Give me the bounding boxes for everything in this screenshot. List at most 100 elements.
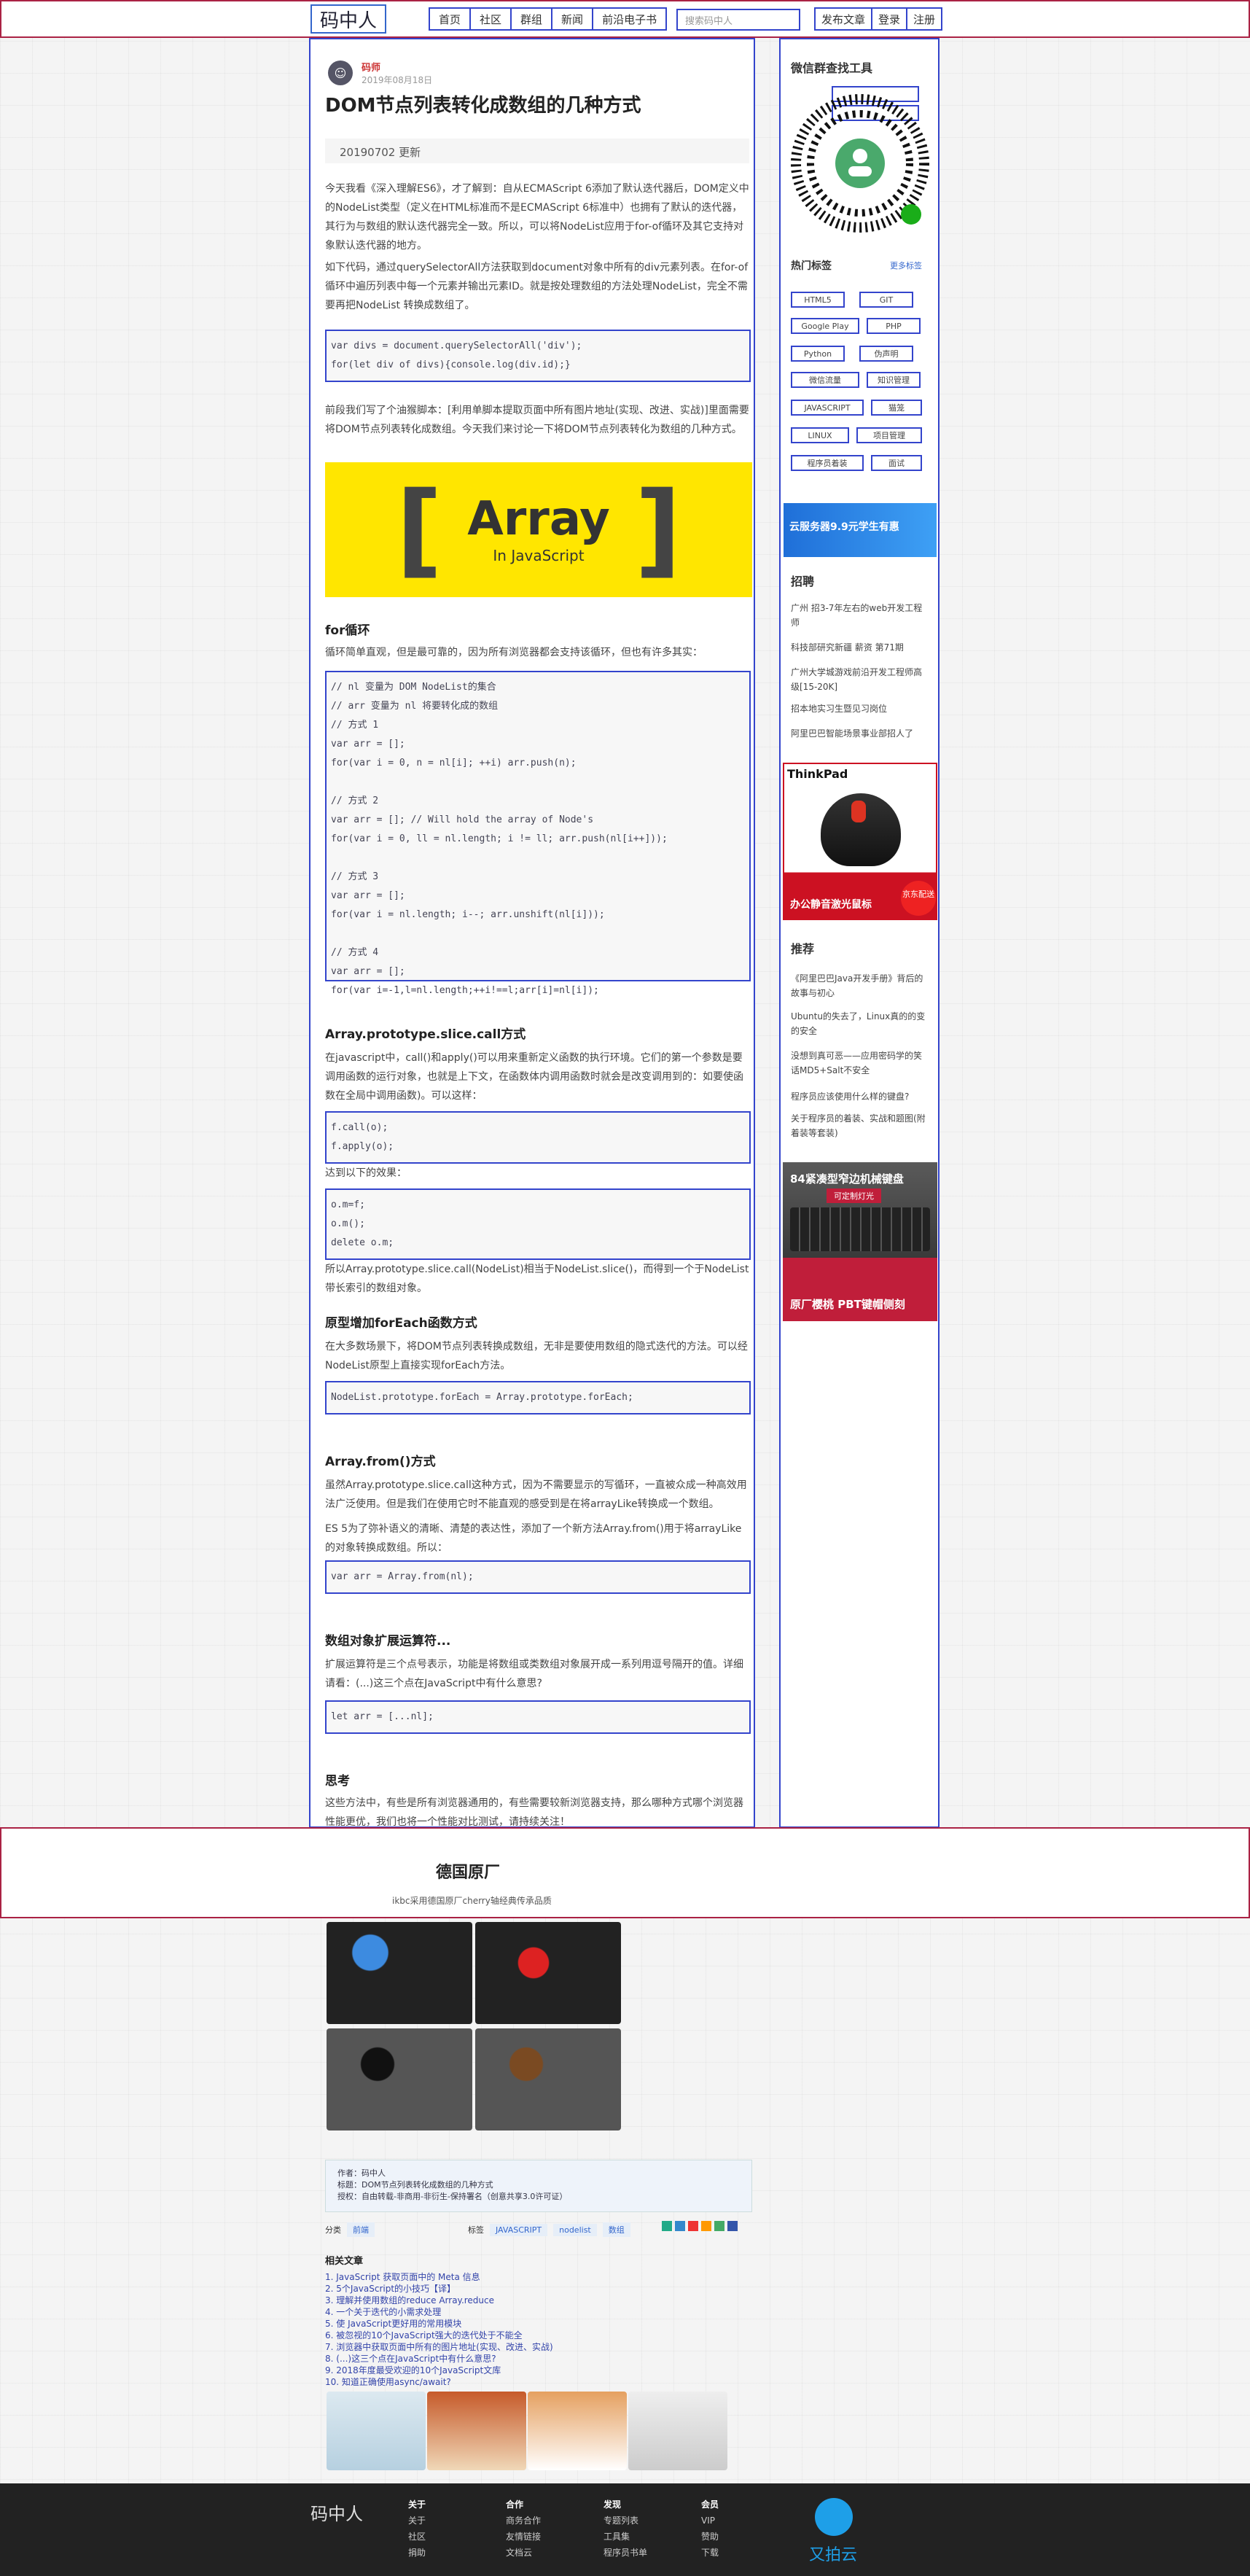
product-image — [327, 1922, 472, 2024]
tag-item[interactable]: 项目管理 — [856, 427, 922, 443]
tag-item[interactable]: HTML5 — [791, 292, 845, 308]
author-info: ☺ 码师 2019年08月18日 — [328, 60, 432, 86]
partner-name[interactable]: 又拍云 — [809, 2542, 857, 2565]
footer-col: 发现 专题列表 工具集 程序员书单 — [603, 2497, 647, 2561]
qq-share-icon[interactable] — [675, 2221, 685, 2231]
related-link[interactable]: 6. 被忽视的10个JavaScript强大的迭代处于不能全 — [325, 2330, 733, 2341]
nav-groups[interactable]: 群组 — [510, 7, 553, 31]
footer-link[interactable]: 文档云 — [506, 2545, 541, 2561]
job-link[interactable]: 广州 招3-7年左右的web开发工程师 — [791, 601, 929, 630]
qzone-share-icon[interactable] — [701, 2221, 711, 2231]
login-link[interactable]: 登录 — [871, 7, 908, 31]
tag-link[interactable]: nodelist — [553, 2223, 597, 2236]
category-label: 分类 — [325, 2225, 341, 2235]
job-link[interactable]: 广州大学城游戏前沿开发工程师高级[15-20K] — [791, 665, 929, 694]
footer-link[interactable]: VIP — [701, 2513, 719, 2529]
recommend-link[interactable]: 没想到真可恶——应用密码学的笑话MD5+Salt不安全 — [791, 1048, 929, 1078]
paragraph: 前段我们写了个油猴脚本：[利用单脚本提取页面中所有图片地址(实现、改进、实战)]… — [325, 405, 749, 435]
recommend-link[interactable]: 关于程序员的着装、实战和题图(附着装等套装) — [791, 1111, 929, 1140]
cloud-ad-banner[interactable]: 云服务器9.9元学生有惠 — [784, 503, 937, 557]
footer-link[interactable]: 商务合作 — [506, 2513, 541, 2529]
tag-item[interactable]: 知识管理 — [867, 372, 921, 388]
tag-item[interactable]: 猫笼 — [871, 400, 922, 416]
qr-code-icon — [791, 85, 929, 245]
related-thumb[interactable] — [628, 2392, 727, 2470]
section-heading: Array.prototype.slice.call方式 — [325, 1027, 526, 1042]
code-line: var arr = []; — [331, 966, 405, 977]
tag-item[interactable]: GIT — [859, 292, 913, 308]
recommend-link[interactable]: 程序员应该使用什么样的键盘? — [791, 1089, 929, 1104]
facebook-share-icon[interactable] — [727, 2221, 738, 2231]
hero-image: [ Array In JavaScript ] — [325, 462, 752, 597]
tag-item[interactable]: 微信流量 — [791, 372, 859, 388]
tag-item[interactable]: LINUX — [791, 427, 849, 443]
bracket-right-icon: ] — [634, 470, 681, 589]
tag-item[interactable]: Google Play — [791, 318, 859, 334]
footer-link[interactable]: 下载 — [701, 2545, 719, 2561]
related-thumb[interactable] — [327, 2392, 426, 2470]
related-thumb[interactable] — [528, 2392, 627, 2470]
register-link[interactable]: 注册 — [906, 7, 943, 31]
search-input[interactable]: 搜索码中人 — [676, 9, 800, 31]
code-line: f.call(o); — [331, 1122, 388, 1133]
publish-link[interactable]: 发布文章 — [814, 7, 873, 31]
related-link[interactable]: 5. 使 JavaScript更好用的常用模块 — [325, 2318, 733, 2330]
keyboard-ad[interactable]: 84紧凑型窄边机械键盘 可定制灯光 原厂樱桃 PBT键帽侧刻 — [783, 1162, 937, 1321]
related-link[interactable]: 10. 知道正确使用async/await? — [325, 2376, 733, 2388]
douban-share-icon[interactable] — [714, 2221, 724, 2231]
mouse-ad[interactable]: ThinkPad 办公静音激光鼠标 京东配送 — [783, 763, 937, 920]
footer-link[interactable]: 专题列表 — [603, 2513, 647, 2529]
nav-news[interactable]: 新闻 — [551, 7, 594, 31]
job-link[interactable]: 阿里巴巴智能场景事业部招人了 — [791, 726, 929, 741]
nav-ebooks[interactable]: 前沿电子书 — [592, 7, 668, 31]
hero-sub: In JavaScript — [493, 546, 585, 564]
weibo-share-icon[interactable] — [688, 2221, 698, 2231]
related-link[interactable]: 3. 理解并使用数组的reduce Array.reduce — [325, 2295, 733, 2306]
tag-link[interactable]: 数组 — [602, 2222, 630, 2237]
avatar[interactable]: ☺ — [328, 61, 353, 85]
footer-link[interactable]: 社区 — [408, 2529, 426, 2545]
related-link[interactable]: 4. 一个关于迭代的小需求处理 — [325, 2306, 733, 2318]
recommend-link[interactable]: 《阿里巴巴Java开发手册》背后的故事与初心 — [791, 971, 929, 1000]
nav-community[interactable]: 社区 — [469, 7, 512, 31]
related-link[interactable]: 1. JavaScript 获取页面中的 Meta 信息 — [325, 2271, 733, 2283]
section-heading: 思考 — [325, 1774, 350, 1789]
tag-item[interactable]: Python — [791, 346, 845, 362]
related-list: 相关文章 1. JavaScript 获取页面中的 Meta 信息 2. 5个J… — [325, 2253, 733, 2388]
category-link[interactable]: 前端 — [347, 2222, 375, 2237]
tag-link[interactable]: JAVASCRIPT — [490, 2223, 548, 2236]
footer-link[interactable]: 赞助 — [701, 2529, 719, 2545]
job-link[interactable]: 招本地实习生暨见习岗位 — [791, 701, 929, 716]
more-tags-link[interactable]: 更多标签 — [890, 260, 922, 271]
nav-home[interactable]: 首页 — [429, 7, 472, 31]
related-link[interactable]: 8. (...)这三个点在JavaScript中有什么意思? — [325, 2353, 733, 2365]
job-link[interactable]: 科技部研究新疆 薪资 第71期 — [791, 640, 929, 655]
footer-link[interactable]: 程序员书单 — [603, 2545, 647, 2561]
related-link[interactable]: 9. 2018年度最受欢迎的10个JavaScript文库 — [325, 2365, 733, 2376]
author-name[interactable]: 码师 — [362, 60, 432, 74]
code-block: NodeList.prototype.forEach = Array.proto… — [325, 1381, 751, 1415]
related-link[interactable]: 7. 浏览器中获取页面中所有的图片地址(实现、改进、实战) — [325, 2341, 733, 2353]
tag-item[interactable]: 面试 — [871, 455, 922, 471]
footer-link[interactable]: 友情链接 — [506, 2529, 541, 2545]
code-line: // 方式 2 — [331, 795, 379, 806]
copyright-author: 作者：码中人 — [337, 2168, 386, 2178]
footer-link[interactable]: 捐助 — [408, 2545, 426, 2561]
tag-item[interactable]: 伪声明 — [859, 346, 913, 362]
footer-link[interactable]: 关于 — [408, 2513, 426, 2529]
footer-logo[interactable]: 码中人 — [310, 2499, 363, 2525]
ad-kb-title: 84紧凑型窄边机械键盘 — [790, 1172, 904, 1186]
tag-item[interactable]: 程序员着装 — [791, 455, 864, 471]
code-line: for(let div of divs){console.log(div.id)… — [331, 359, 571, 370]
related-thumb[interactable] — [427, 2392, 526, 2470]
related-link[interactable]: 2. 5个JavaScript的小技巧【译】 — [325, 2283, 733, 2295]
recommend-link[interactable]: Ubuntu的失去了，Linux真的的变的安全 — [791, 1009, 929, 1038]
footer-col: 会员 VIP 赞助 下载 — [701, 2497, 719, 2561]
site-logo[interactable]: 码中人 — [310, 4, 386, 34]
tag-item[interactable]: JAVASCRIPT — [791, 400, 864, 416]
wechat-share-icon[interactable] — [662, 2221, 672, 2231]
tag-item[interactable]: PHP — [867, 318, 921, 334]
copyright-license: 授权：自由转载-非商用-非衍生-保持署名（创意共享3.0许可证） — [337, 2192, 568, 2201]
footer-link[interactable]: 工具集 — [603, 2529, 647, 2545]
footer-col-title: 关于 — [408, 2499, 426, 2510]
